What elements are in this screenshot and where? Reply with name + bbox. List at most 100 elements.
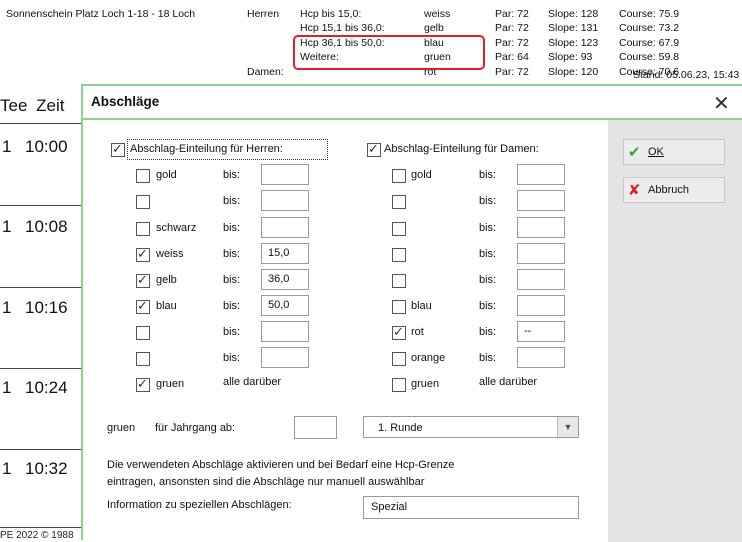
hcp-limit-input[interactable]: --: [517, 321, 565, 342]
start-time: 10:32: [25, 459, 68, 478]
hcp-limit-input[interactable]: [517, 217, 565, 238]
info-text-line2: eintragen, ansonsten sind die Abschläge …: [107, 476, 425, 488]
hcp-limit-input[interactable]: [517, 243, 565, 264]
start-time: 10:08: [25, 217, 68, 236]
close-icon[interactable]: ✕: [713, 91, 730, 116]
jahrgang-label: für Jahrgang ab:: [155, 422, 236, 434]
damen-tee-checkbox[interactable]: [392, 352, 406, 366]
check-icon: ✔: [628, 144, 641, 161]
tee-color: weiss: [424, 8, 451, 20]
damen-tee-checkbox[interactable]: [392, 300, 406, 314]
damen-tee-checkbox[interactable]: [392, 378, 406, 392]
zeit-header: Zeit: [36, 96, 65, 115]
tee-slope: Slope: 123: [548, 37, 599, 49]
row-divider: [0, 205, 82, 206]
ok-button[interactable]: ✔ OK: [623, 139, 725, 165]
damen-tee-checkbox[interactable]: [392, 169, 406, 183]
damen-tee-checkbox[interactable]: [392, 324, 406, 340]
bis-label: bis:: [479, 352, 497, 364]
hcp-limit-input[interactable]: [517, 164, 565, 185]
tee-slope: Slope: 131: [548, 22, 599, 34]
row-divider: [0, 449, 82, 450]
runde-select-value: 1. Runde: [378, 422, 423, 434]
damen-tee-checkbox[interactable]: [392, 248, 406, 262]
bis-label: bis:: [479, 222, 497, 234]
hcp-limit-input[interactable]: [517, 190, 565, 211]
tee-column-header: Tee Zeit: [0, 96, 65, 116]
row-divider: [0, 287, 82, 288]
bis-label: bis:: [479, 274, 497, 286]
runde-select[interactable]: 1. Runde ▼: [363, 416, 579, 438]
herren-tee-checkbox[interactable]: [136, 272, 150, 288]
tee-slope: Slope: 120: [548, 66, 599, 78]
herren-tee-checkbox[interactable]: [136, 298, 150, 314]
jahrgang-tee-label: gruen: [107, 422, 136, 434]
button-panel: ✔ OK ✘ Abbruch: [608, 120, 742, 542]
jahrgang-input[interactable]: [294, 416, 337, 439]
herren-tee-checkbox[interactable]: [136, 222, 150, 236]
row-divider: [0, 123, 82, 124]
damen-tee-checkbox[interactable]: [392, 195, 406, 209]
tee-name-label: weiss: [156, 248, 184, 260]
tee-name-label: gruen: [156, 378, 185, 390]
tee-number: 1: [2, 459, 12, 478]
tee-slope: Slope: 93: [548, 51, 593, 63]
hcp-limit-input[interactable]: [517, 347, 565, 368]
bis-label: bis:: [479, 300, 497, 312]
herren-tee-checkbox[interactable]: [136, 169, 150, 183]
hcp-limit-input[interactable]: [517, 269, 565, 290]
tee-header: Tee: [0, 96, 28, 115]
herren-tee-checkbox[interactable]: [136, 352, 150, 366]
dialog-title: Abschläge: [91, 94, 160, 109]
row-divider: [0, 527, 82, 528]
tee-hcp-range: Hcp 15,1 bis 36,0:: [300, 22, 385, 34]
hcp-limit-input[interactable]: [261, 217, 309, 238]
hcp-limit-input[interactable]: 36,0: [261, 269, 309, 290]
hcp-limit-input[interactable]: [517, 295, 565, 316]
herren-tee-checkbox[interactable]: [136, 376, 150, 392]
hcp-limit-input[interactable]: 50,0: [261, 295, 309, 316]
tee-name-label: orange: [411, 352, 446, 364]
tee-par: Par: 64: [495, 51, 529, 63]
tee-course: Course: 75.9: [619, 8, 680, 20]
start-time: 10:00: [25, 137, 68, 156]
tee-course: Course: 67.9: [619, 37, 680, 49]
abschlaege-dialog: Abschläge ✕ ✔ OK ✘ Abbruch Abschlag-Eint…: [81, 84, 742, 542]
hcp-limit-input[interactable]: [261, 164, 309, 185]
special-label: Information zu speziellen Abschlägen:: [107, 499, 292, 511]
cancel-button[interactable]: ✘ Abbruch: [623, 177, 725, 203]
herren-tee-checkbox[interactable]: [136, 195, 150, 209]
bis-label: bis:: [223, 248, 241, 260]
row-divider: [0, 368, 82, 369]
hcp-limit-input[interactable]: 15,0: [261, 243, 309, 264]
hcp-limit-input[interactable]: [261, 321, 309, 342]
special-input[interactable]: Spezial: [363, 496, 579, 519]
footer-copyright: PE 2022 © 1988: [0, 530, 74, 541]
bis-label: bis:: [223, 326, 241, 338]
hcp-limit-input[interactable]: [261, 347, 309, 368]
tee-hcp-range: Hcp bis 15,0:: [300, 8, 362, 20]
bis-label: bis:: [479, 195, 497, 207]
tee-par: Par: 72: [495, 37, 529, 49]
chevron-down-icon[interactable]: ▼: [557, 417, 578, 437]
herren-tee-checkbox[interactable]: [136, 246, 150, 262]
herren-tee-checkbox[interactable]: [136, 326, 150, 340]
tee-course: Course: 73.2: [619, 22, 680, 34]
herren-enable-checkbox[interactable]: [111, 141, 125, 157]
cross-icon: ✘: [628, 182, 641, 199]
damen-tee-checkbox[interactable]: [392, 274, 406, 288]
damen-enable-checkbox[interactable]: [367, 141, 381, 157]
bis-label: bis:: [223, 300, 241, 312]
tee-color: gelb: [424, 22, 444, 34]
damen-tee-checkbox[interactable]: [392, 222, 406, 236]
stand-timestamp: Stand: 05.06.23, 15:43: [633, 69, 740, 81]
tee-name-label: gold: [156, 169, 177, 181]
info-text-line1: Die verwendeten Abschläge aktivieren und…: [107, 459, 455, 471]
tee-name-label: gelb: [156, 274, 177, 286]
tee-par: Par: 72: [495, 8, 529, 20]
hcp-limit-input[interactable]: [261, 190, 309, 211]
tee-course: Course: 59.8: [619, 51, 680, 63]
tee-name-label: gruen: [411, 378, 440, 390]
highlight-box: [293, 35, 485, 70]
bis-label: bis:: [223, 195, 241, 207]
